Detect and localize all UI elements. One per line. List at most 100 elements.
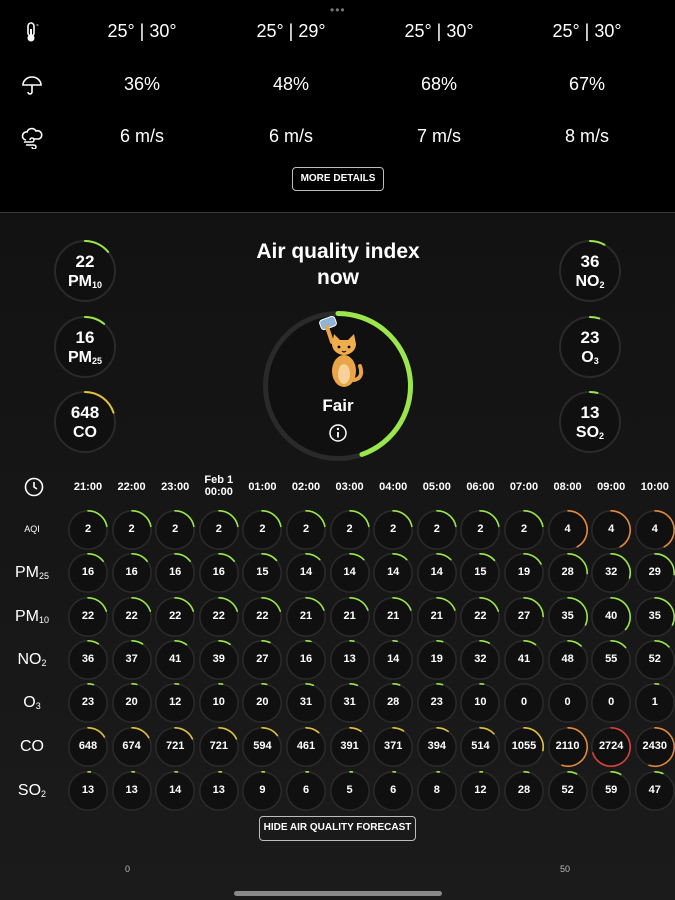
forecast-cell: 14 [372,639,414,681]
forecast-value: 2 [215,523,222,535]
pollutant-gauge-so2[interactable]: 13 SO2 [558,390,622,454]
forecast-cell: 21 [285,596,327,638]
forecast-cell: 10 [198,682,240,724]
forecast-value: 28 [387,696,400,708]
forecast-cell: 721 [154,726,196,768]
precipitation-value: 36% [123,74,161,94]
forecast-cell: 35 [634,596,675,638]
forecast-value: 10 [212,696,225,708]
pollutant-value: 36 [580,252,600,271]
forecast-cell: 14 [154,770,196,812]
forecast-time: Feb 1 00:00 [204,474,234,498]
forecast-cell: 674 [111,726,153,768]
forecast-value: 22 [81,610,95,622]
forecast-time: 10:00 [640,481,669,493]
pollutant-gauge-co[interactable]: 648 CO [53,390,117,454]
pollutant-name: PM25 [67,349,102,366]
forecast-value: 10 [474,696,487,708]
pollutant-name: SO2 [575,424,605,441]
more-details-button[interactable]: MORE DETAILS [292,167,384,191]
temperature-row: ° 25° | 30° 25° | 29° 25° | 30° 25° | 30… [0,12,675,52]
forecast-cell: 721 [198,726,240,768]
air-quality-title-line2: now [317,266,359,289]
forecast-value: 19 [430,653,443,665]
forecast-value: 2 [172,523,179,535]
forecast-cell: 14 [329,552,371,594]
forecast-cell: 13 [198,770,240,812]
aqi-status: Fair [322,396,354,415]
forecast-cell: 15 [241,552,283,594]
forecast-cell: 13 [329,639,371,681]
forecast-cell: 2430 [634,726,675,768]
pollutant-gauge-o3[interactable]: 23 O3 [558,315,622,379]
forecast-cell: 37 [111,639,153,681]
forecast-cell: 32 [590,552,632,594]
forecast-value: 21 [387,610,400,622]
forecast-cell: 2 [111,509,153,551]
forecast-value: 22 [169,610,182,622]
forecast-value: 394 [427,740,446,752]
pollutant-gauge-no2[interactable]: 36 NO2 [558,239,622,303]
forecast-cell: 13 [67,770,109,812]
hide-air-quality-forecast-button[interactable]: HIDE AIR QUALITY FORECAST [259,816,416,841]
forecast-value: 371 [384,740,403,752]
forecast-cell: 2 [329,509,371,551]
forecast-cell: 9 [241,770,283,812]
forecast-value: 2 [433,523,440,535]
cat-mascot-icon [319,316,364,387]
gauge-arc [523,770,530,774]
forecast-value: 1 [651,696,658,708]
forecast-time: 01:00 [248,481,277,493]
forecast-value: 2 [520,523,528,535]
forecast-value: 13 [125,784,138,796]
gauge-arc [435,640,444,643]
forecast-value: 2430 [642,740,668,752]
forecast-value: 35 [648,610,661,622]
forecast-value: 12 [169,696,182,708]
forecast-value: 47 [648,784,661,796]
forecast-value: 14 [169,784,182,796]
pollutant-value: 23 [580,328,600,347]
forecast-value: 15 [256,566,269,578]
forecast-cell: 21 [372,596,414,638]
gauge-arc [435,683,444,686]
home-indicator[interactable] [234,891,442,896]
forecast-cell: 461 [285,726,327,768]
svg-text:°: ° [36,23,39,31]
forecast-cell: 21 [329,596,371,638]
forecast-value: 4 [564,523,571,535]
forecast-value: 20 [125,696,138,708]
forecast-time: 03:00 [335,481,364,493]
forecast-value: 0 [608,696,615,708]
pollutant-name: PM10 [67,273,102,290]
forecast-value: 16 [125,566,138,578]
forecast-cell: 15 [459,552,501,594]
forecast-value: 52 [561,784,574,796]
forecast-cell: 2 [285,509,327,551]
forecast-row-label: PM25 [14,564,49,581]
forecast-cell: 2 [67,509,109,551]
forecast-value: 21 [299,610,313,622]
clock-icon [24,477,44,497]
forecast-time: 21:00 [73,481,103,493]
forecast-value: 721 [166,740,185,752]
forecast-cell: 23 [67,682,109,724]
wind-value: 7 m/s [416,126,461,146]
temperature-value: 25° | 29° [256,21,326,41]
forecast-cell: 10 [459,682,501,724]
pollutant-gauge-pm25[interactable]: 16 PM25 [53,315,117,379]
forecast-time: 08:00 [553,481,582,493]
forecast-value: 21 [430,610,443,622]
pollutant-gauge-pm10[interactable]: 22 PM10 [53,239,117,303]
forecast-cell: 12 [459,770,501,812]
forecast-time: 04:00 [379,481,408,493]
forecast-cell: 2 [241,509,283,551]
forecast-value: 28 [517,784,531,796]
forecast-cell: 16 [111,552,153,594]
gauge-arc [261,682,268,686]
forecast-value: 13 [81,784,95,796]
forecast-value: 41 [169,653,182,665]
forecast-cell: 22 [111,596,153,638]
info-icon[interactable] [328,423,348,443]
forecast-cell: 28 [372,682,414,724]
